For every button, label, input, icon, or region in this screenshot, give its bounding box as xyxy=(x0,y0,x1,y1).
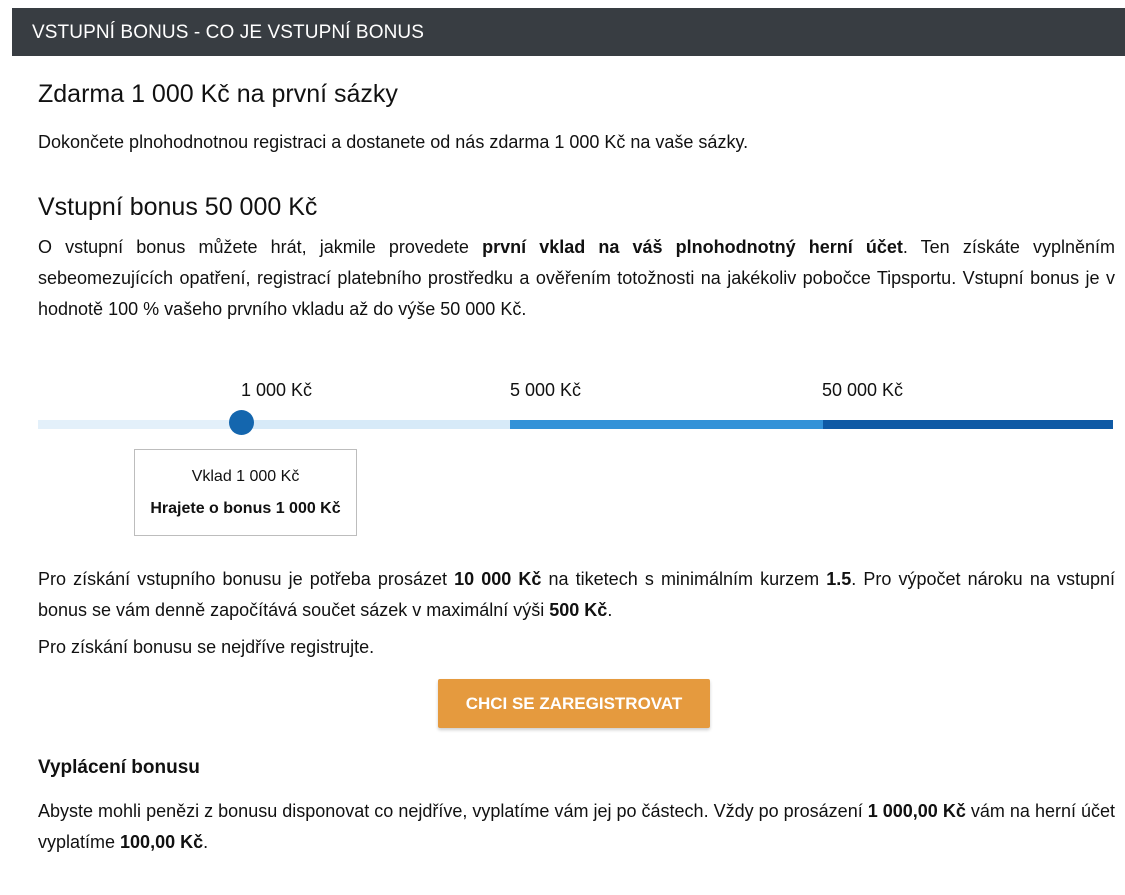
slider-track-mid[interactable] xyxy=(510,420,823,429)
conditions-part2: na tiketech s minimálním kurzem xyxy=(541,569,827,589)
payout-reward: 100,00 Kč xyxy=(120,832,204,852)
entry-bonus-text: O vstupní bonus můžete hrát, jakmile pro… xyxy=(38,232,1115,325)
entry-bonus-text-part1: O vstupní bonus můžete hrát, jakmile pro… xyxy=(38,237,483,257)
conditions-daily-max: 500 Kč xyxy=(549,600,608,620)
payout-stake: 1 000,00 Kč xyxy=(867,801,966,821)
free-bet-text: Dokončete plnohodnotnou registraci a dos… xyxy=(38,132,749,152)
entry-bonus-text-bold: první vklad na váš plnohodnotný herní úč… xyxy=(482,237,903,257)
payout-part1: Abyste mohli penězi z bonusu disponovat … xyxy=(38,801,868,821)
conditions-odds: 1.5 xyxy=(826,569,852,589)
conditions-amount: 10 000 Kč xyxy=(454,569,542,589)
conditions-part4: . xyxy=(607,600,613,620)
tier-label-1000[interactable]: 1 000 Kč xyxy=(241,380,312,401)
payout-heading: Vyplácení bonusu xyxy=(38,757,200,778)
conditions-part1: Pro získání vstupního bonusu je potřeba … xyxy=(38,569,455,589)
slider-track-high[interactable] xyxy=(823,420,1113,429)
payout-text: Abyste mohli penězi z bonusu disponovat … xyxy=(38,796,1115,858)
entry-bonus-heading: Vstupní bonus 50 000 Kč xyxy=(38,193,318,221)
bonus-info: Hrajete o bonus 1 000 Kč xyxy=(150,500,341,517)
register-button[interactable]: CHCI SE ZAREGISTROVAT xyxy=(438,679,710,728)
section-header-title: VSTUPNÍ BONUS - CO JE VSTUPNÍ BONUS xyxy=(32,22,424,43)
slider-handle[interactable] xyxy=(229,410,254,435)
register-prompt: Pro získání bonusu se nejdříve registruj… xyxy=(38,637,375,657)
tier-label-5000[interactable]: 5 000 Kč xyxy=(510,380,581,401)
slider-track-start[interactable] xyxy=(38,420,238,429)
payout-part3: . xyxy=(203,832,209,852)
tier-label-50000[interactable]: 50 000 Kč xyxy=(822,380,903,401)
bonus-info-box: Vklad 1 000 Kč Hrajete o bonus 1 000 Kč xyxy=(134,449,357,536)
conditions-text: Pro získání vstupního bonusu je potřeba … xyxy=(38,564,1115,626)
section-header: VSTUPNÍ BONUS - CO JE VSTUPNÍ BONUS xyxy=(12,8,1125,56)
bonus-panel: VSTUPNÍ BONUS - CO JE VSTUPNÍ BONUS Zdar… xyxy=(0,0,1125,895)
free-bet-heading: Zdarma 1 000 Kč na první sázky xyxy=(38,80,398,108)
deposit-info: Vklad 1 000 Kč xyxy=(191,468,300,485)
